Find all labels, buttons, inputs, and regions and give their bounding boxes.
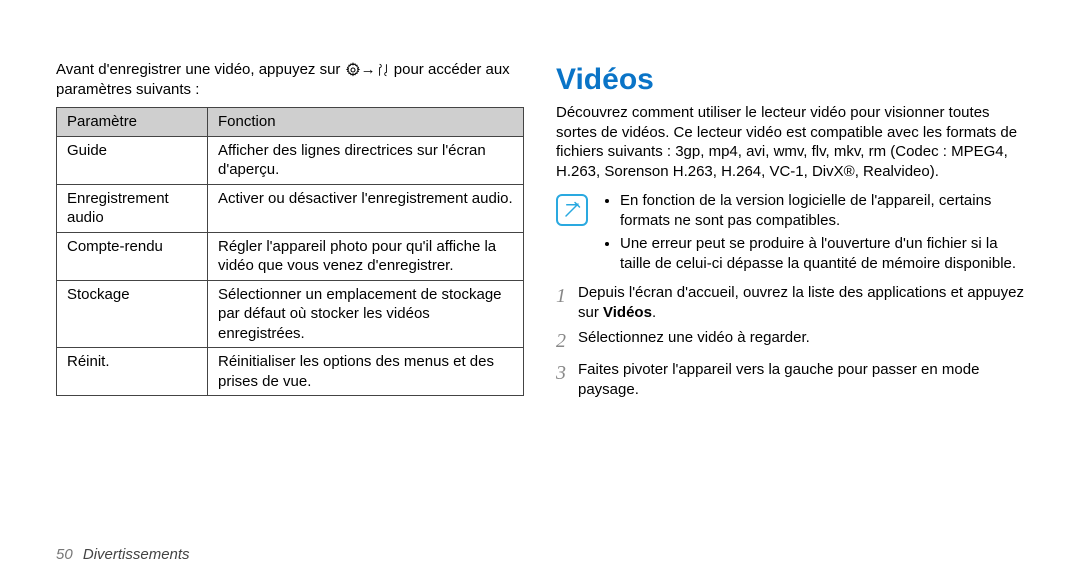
th-func: Fonction [208,108,524,137]
note-icon [556,194,588,226]
cell-param: Guide [57,136,208,184]
note-box: En fonction de la version logicielle de … [556,191,1024,277]
table-row: Stockage Sélectionner un emplacement de … [57,280,524,348]
step-item: Faites pivoter l'appareil vers la gauche… [556,360,1024,399]
step-post: . [652,304,656,321]
section-title: Vidéos [556,60,1024,99]
page-number: 50 [56,546,73,563]
cell-func: Sélectionner un emplacement de stockage … [208,280,524,348]
cell-func: Régler l'appareil photo pour qu'il affic… [208,232,524,280]
intro-text-before: Avant d'enregistrer une vidéo, appuyez s… [56,61,345,78]
gear-icon [345,62,361,78]
intro-paragraph: Avant d'enregistrer une vidéo, appuyez s… [56,60,524,99]
note-list: En fonction de la version logicielle de … [600,191,1024,277]
cell-func: Activer ou désactiver l'enregistrement a… [208,184,524,232]
step-text: Sélectionnez une vidéo à regarder. [578,328,1024,354]
table-row: Compte-rendu Régler l'appareil photo pou… [57,232,524,280]
table-row: Enregistrement audio Activer ou désactiv… [57,184,524,232]
chapter-name: Divertissements [83,546,190,563]
cell-param: Enregistrement audio [57,184,208,232]
right-column: Vidéos Découvrez comment utiliser le lec… [556,60,1024,586]
icon-sequence: → [345,60,390,80]
videos-intro: Découvrez comment utiliser le lecteur vi… [556,103,1024,181]
table-row: Guide Afficher des lignes directrices su… [57,136,524,184]
cell-param: Stockage [57,280,208,348]
table-header-row: Paramètre Fonction [57,108,524,137]
step-text: Faites pivoter l'appareil vers la gauche… [578,360,1024,399]
arrow-text: → [361,60,376,80]
step-item: Sélectionnez une vidéo à regarder. [556,328,1024,354]
note-item: En fonction de la version logicielle de … [620,191,1024,230]
left-column: Avant d'enregistrer une vidéo, appuyez s… [56,60,524,586]
step-item: Depuis l'écran d'accueil, ouvrez la list… [556,283,1024,322]
cell-func: Réinitialiser les options des menus et d… [208,348,524,396]
parameters-table: Paramètre Fonction Guide Afficher des li… [56,107,524,396]
note-item: Une erreur peut se produire à l'ouvertur… [620,234,1024,273]
step-bold: Vidéos [603,304,652,321]
manual-page: Avant d'enregistrer une vidéo, appuyez s… [0,0,1080,586]
cell-param: Compte-rendu [57,232,208,280]
page-footer: 50 Divertissements [56,545,190,565]
step-text: Depuis l'écran d'accueil, ouvrez la list… [578,283,1024,322]
steps-list: Depuis l'écran d'accueil, ouvrez la list… [556,283,1024,399]
table-row: Réinit. Réinitialiser les options des me… [57,348,524,396]
cell-param: Réinit. [57,348,208,396]
th-param: Paramètre [57,108,208,137]
cell-func: Afficher des lignes directrices sur l'éc… [208,136,524,184]
tools-icon [376,62,390,78]
